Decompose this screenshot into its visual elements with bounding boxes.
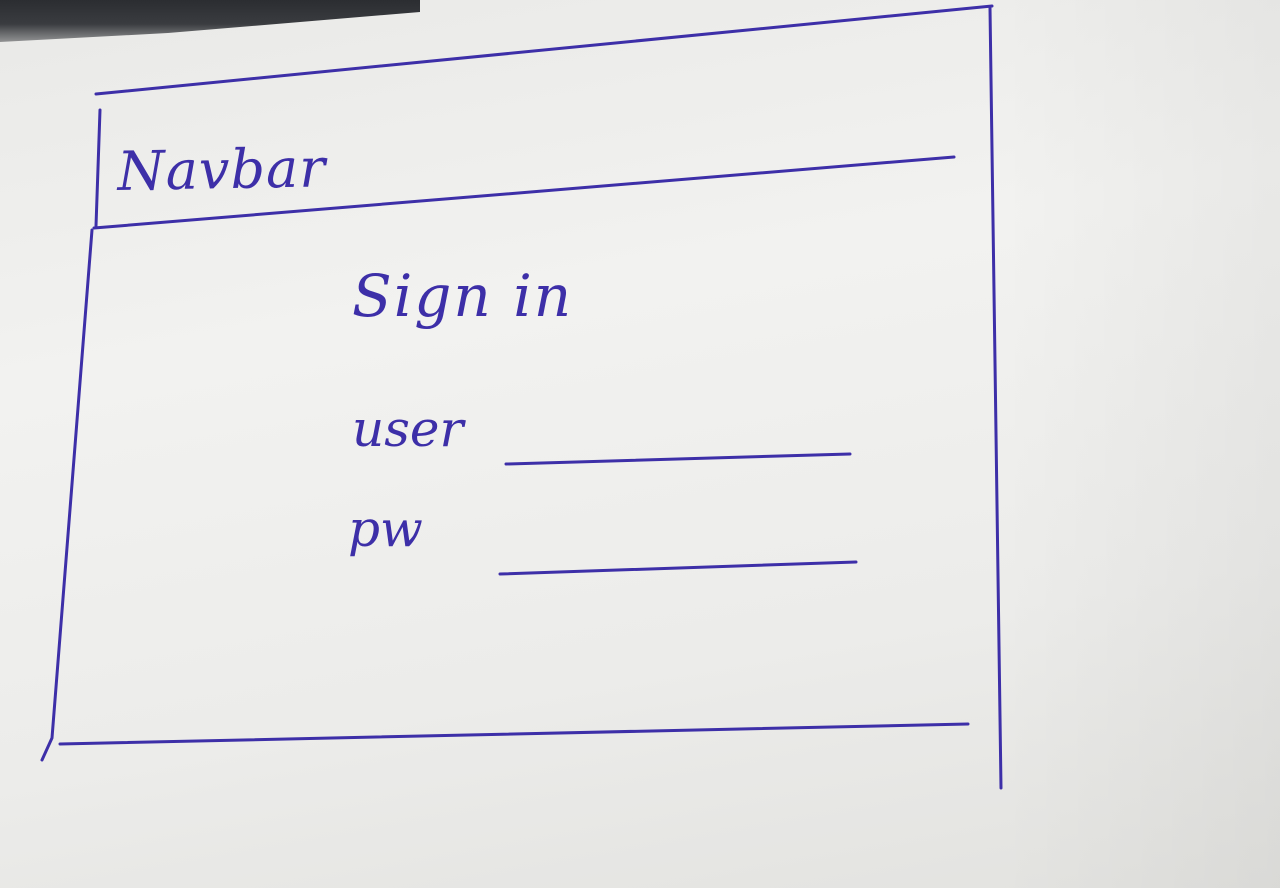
sign-in-title: Sign in: [352, 262, 574, 330]
navbar-label: Navbar: [116, 136, 327, 203]
navbar-left-line: [94, 108, 102, 228]
frame-top-line: [94, 4, 994, 96]
frame-right-line: [988, 6, 1003, 790]
frame-bottom-line: [58, 722, 970, 746]
user-label: user: [352, 400, 464, 458]
content-left-line: [40, 228, 94, 762]
pw-input[interactable]: [502, 528, 860, 570]
pw-label: pw: [348, 500, 423, 558]
user-input[interactable]: [508, 418, 852, 460]
